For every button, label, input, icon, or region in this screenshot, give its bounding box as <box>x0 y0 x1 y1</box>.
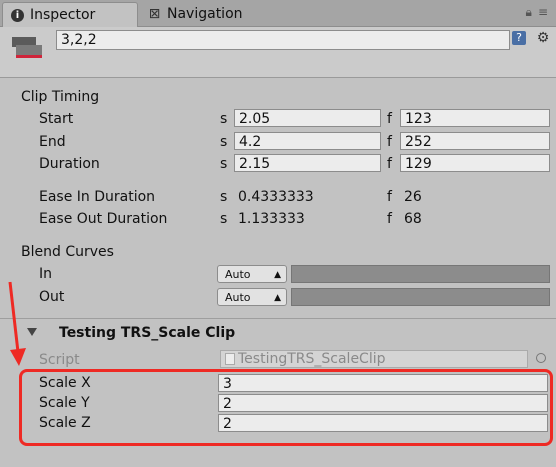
ease-out-label: Ease Out Duration <box>39 211 168 227</box>
tab-inspector[interactable]: i Inspector <box>2 2 138 27</box>
blend-out-curve[interactable] <box>291 288 550 306</box>
blend-in-dropdown[interactable]: Auto ▲ <box>217 265 287 283</box>
start-f-unit: f <box>387 111 392 127</box>
start-s-unit: s <box>220 111 228 127</box>
navigation-icon: ⊠ <box>148 6 161 22</box>
duration-f-unit: f <box>387 156 392 172</box>
blend-out-label: Out <box>39 289 65 305</box>
end-f-unit: f <box>387 134 392 150</box>
tab-bar: i Inspector ⊠ Navigation 🔒︎ ≡ <box>0 0 556 27</box>
highlight-box <box>19 369 553 446</box>
lock-icon[interactable]: 🔒︎ <box>526 5 532 20</box>
settings-icon[interactable]: ⚙ <box>535 30 551 46</box>
inspector-header: 3,2,2 ? ⚙ <box>0 27 556 78</box>
clip-icon <box>12 37 42 61</box>
blend-out-dropdown[interactable]: Auto ▲ <box>217 288 287 306</box>
end-frames-field[interactable]: 252 <box>400 132 550 150</box>
annotation-arrow-icon <box>8 281 26 366</box>
menu-icon[interactable]: ≡ <box>538 5 548 20</box>
ease-in-frames-value: 26 <box>404 189 422 205</box>
end-s-unit: s <box>220 134 228 150</box>
ease-out-s-unit: s <box>220 211 228 227</box>
duration-label: Duration <box>39 156 100 172</box>
blend-curves-title: Blend Curves <box>21 244 114 260</box>
duration-seconds-field[interactable]: 2.15 <box>234 154 381 172</box>
ease-out-frames-value: 68 <box>404 211 422 227</box>
script-label: Script <box>39 352 80 368</box>
ease-in-label: Ease In Duration <box>39 189 156 205</box>
ease-out-seconds-value: 1.133333 <box>238 211 305 227</box>
tab-inspector-label: Inspector <box>30 7 96 23</box>
end-seconds-field[interactable]: 4.2 <box>234 132 381 150</box>
script-field: TestingTRS_ScaleClip <box>220 350 528 368</box>
dropdown-arrow-icon: ▲ <box>274 270 281 280</box>
ease-in-s-unit: s <box>220 189 228 205</box>
start-frames-field[interactable]: 123 <box>400 109 550 127</box>
ease-out-f-unit: f <box>387 211 392 227</box>
blend-in-label: In <box>39 266 53 282</box>
duration-s-unit: s <box>220 156 228 172</box>
blend-in-dropdown-value: Auto <box>225 268 251 281</box>
info-icon: i <box>11 8 24 22</box>
object-picker-icon[interactable] <box>536 353 546 363</box>
section-divider <box>0 318 556 319</box>
clip-name-field[interactable]: 3,2,2 <box>56 30 510 50</box>
end-label: End <box>39 134 66 150</box>
tab-tools: 🔒︎ ≡ <box>526 5 548 20</box>
clip-timing-title: Clip Timing <box>21 89 100 105</box>
script-file-icon <box>225 353 235 365</box>
component-title: Testing TRS_Scale Clip <box>59 325 236 341</box>
ease-in-f-unit: f <box>387 189 392 205</box>
dropdown-arrow-icon: ▲ <box>274 293 281 303</box>
blend-out-dropdown-value: Auto <box>225 291 251 304</box>
ease-in-seconds-value: 0.4333333 <box>238 189 314 205</box>
help-icon[interactable]: ? <box>512 31 526 45</box>
blend-in-curve[interactable] <box>291 265 550 283</box>
tab-navigation-label: Navigation <box>167 6 243 22</box>
script-field-value: TestingTRS_ScaleClip <box>238 351 386 367</box>
component-header[interactable]: Testing TRS_Scale Clip <box>0 320 556 348</box>
start-seconds-field[interactable]: 2.05 <box>234 109 381 127</box>
duration-frames-field[interactable]: 129 <box>400 154 550 172</box>
tab-navigation[interactable]: ⊠ Navigation <box>140 2 251 26</box>
start-label: Start <box>39 111 74 127</box>
